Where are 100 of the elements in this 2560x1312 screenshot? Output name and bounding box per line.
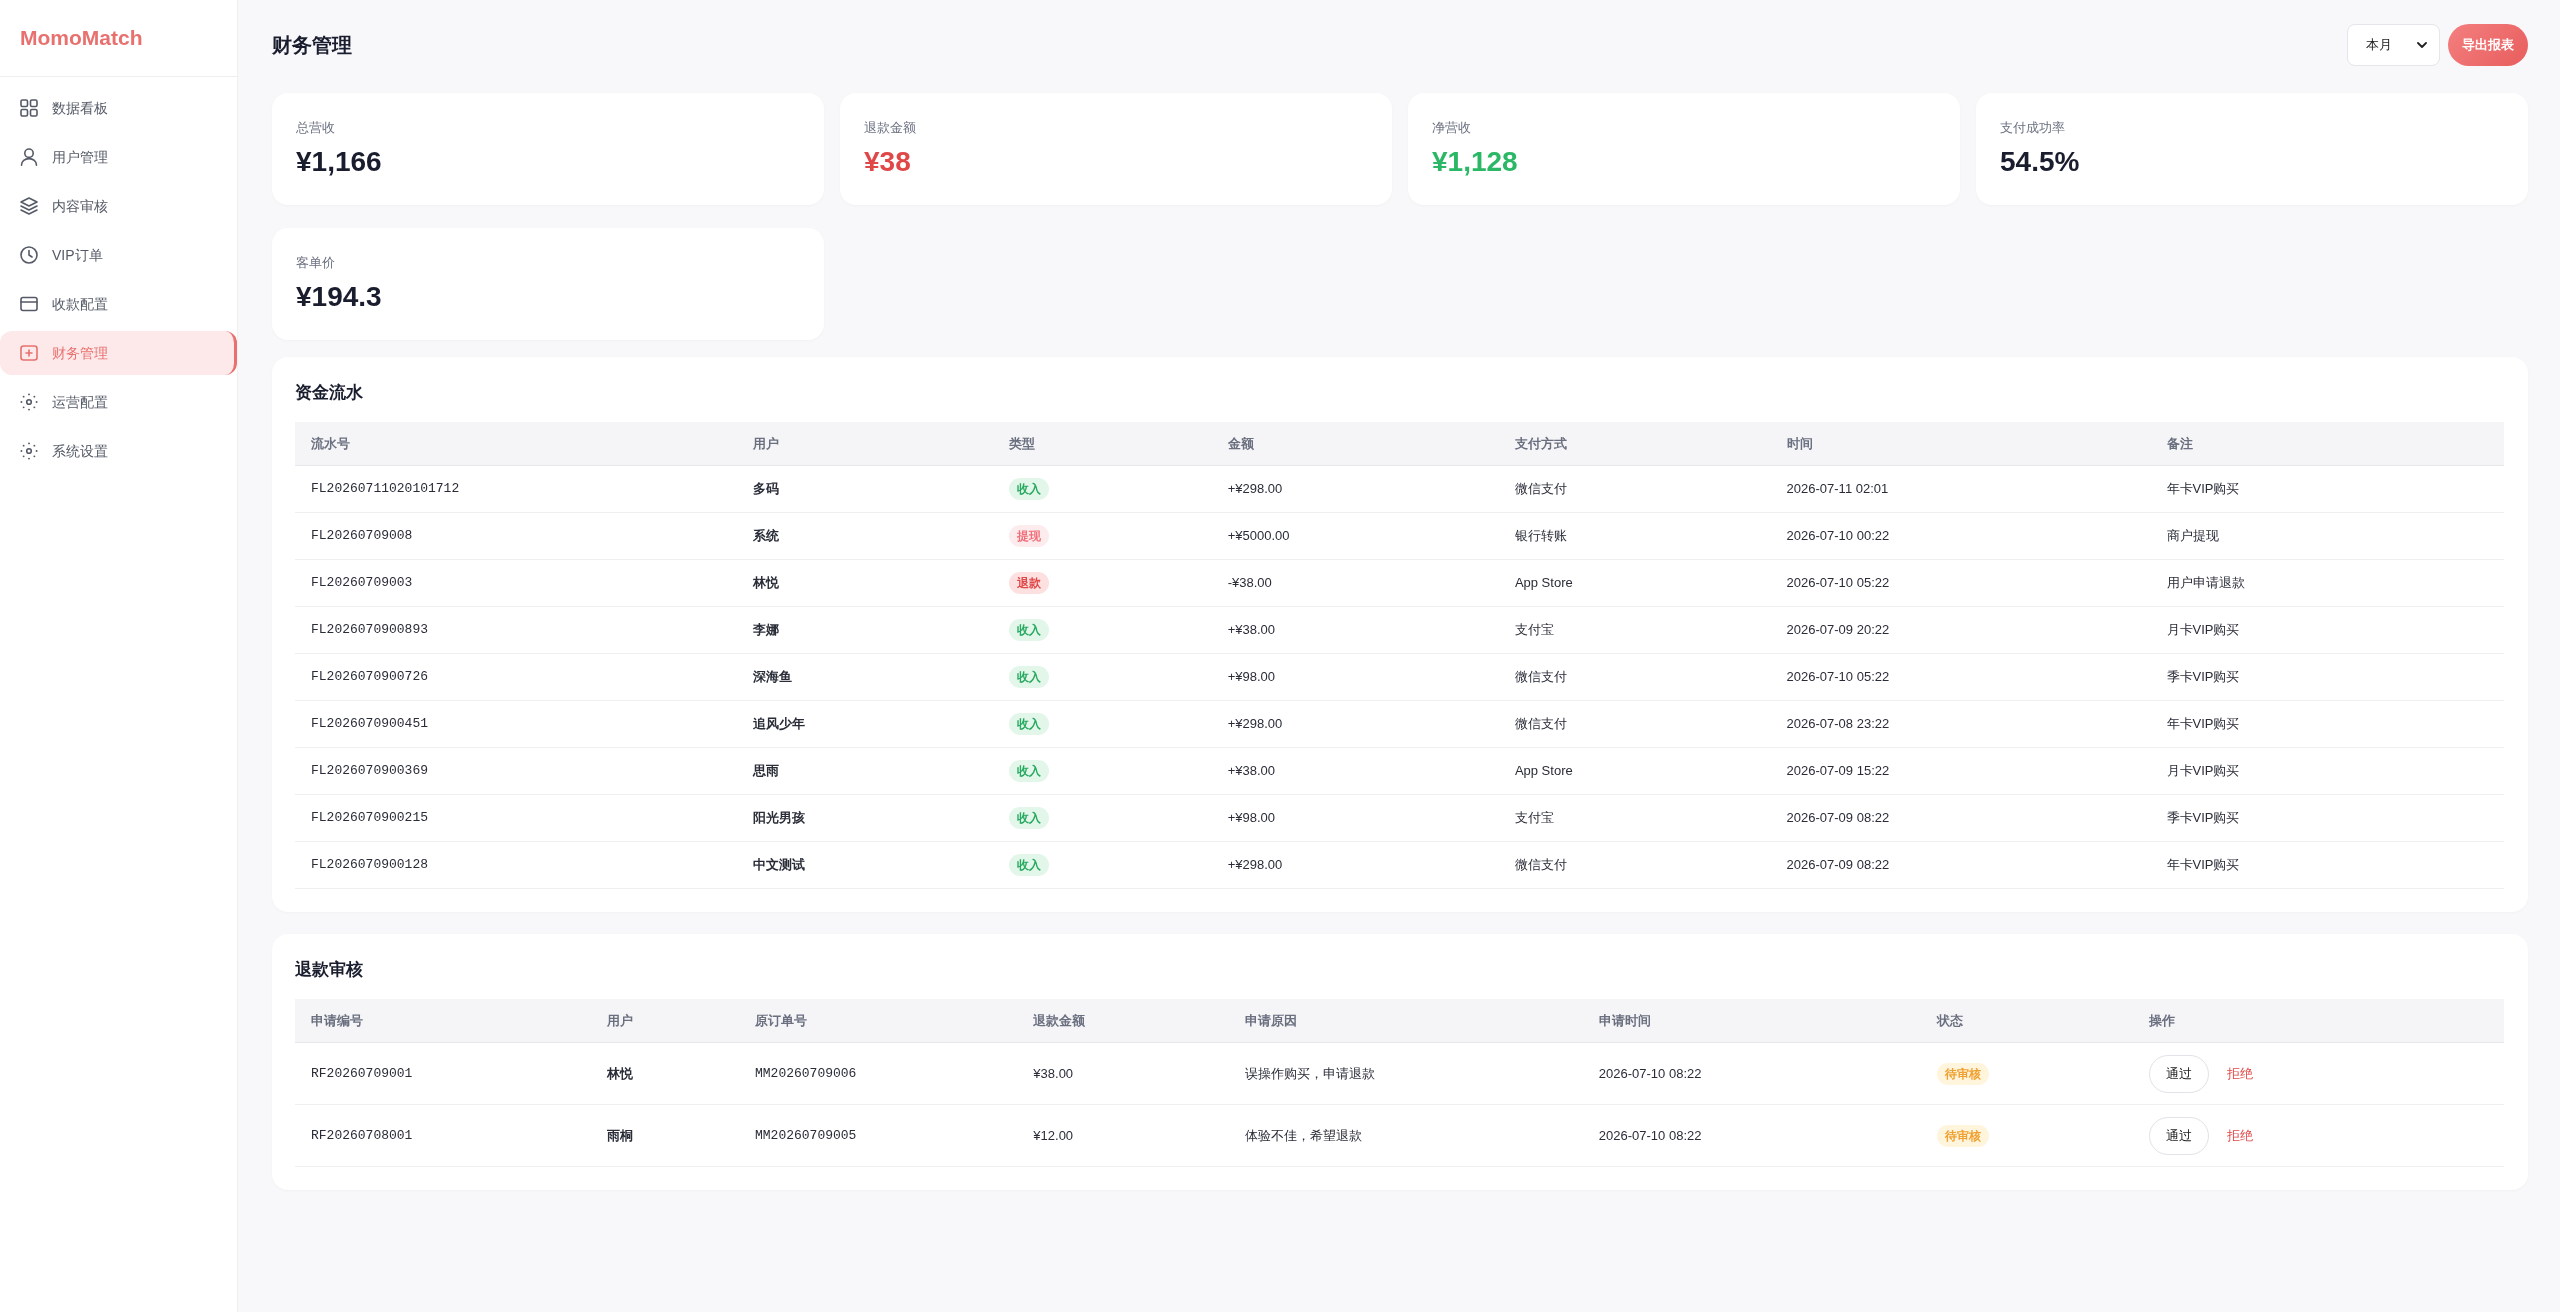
table-cell: FL2026070900215: [295, 795, 737, 842]
stat-value: 54.5%: [2000, 145, 2081, 179]
table-cell: FL20260711020101712: [295, 466, 737, 513]
stat-label: 净营收: [1432, 119, 1472, 137]
period-select[interactable]: 本月: [2347, 24, 2440, 66]
app-logo: MomoMatch: [20, 25, 143, 51]
table-cell: 微信支付: [1498, 842, 1771, 889]
table-cell: 支付宝: [1498, 607, 1771, 654]
table-cell: FL2026070900893: [295, 607, 737, 654]
reject-button[interactable]: 拒绝: [2222, 1125, 2257, 1146]
sidebar-item[interactable]: 收款配置: [0, 282, 237, 326]
person-icon: [20, 148, 38, 166]
table-cell: 2026-07-10 08:22: [1582, 1105, 1921, 1167]
type-tag: 退款: [1009, 572, 1050, 594]
table-cell: 体验不佳，希望退款: [1229, 1105, 1583, 1167]
section-title: 资金流水: [295, 382, 364, 404]
stat-label: 总营收: [296, 119, 336, 137]
table-cell: +¥298.00: [1211, 466, 1499, 513]
table-cell: +¥38.00: [1211, 607, 1499, 654]
table-cell: ¥38.00: [1017, 1043, 1230, 1105]
stat-value: ¥1,166: [296, 145, 383, 179]
stat-label: 支付成功率: [2000, 119, 2066, 137]
table-cell: FL20260709003: [295, 560, 737, 607]
table-cell: 支付宝: [1498, 795, 1771, 842]
column-header: 流水号: [295, 422, 737, 466]
plus-square-icon: [20, 344, 38, 362]
clock-icon: [20, 246, 38, 264]
type-tag: 收入: [1009, 760, 1050, 782]
column-header: 原订单号: [739, 999, 1018, 1043]
table-cell: 2026-07-10 05:22: [1770, 654, 2151, 701]
column-header: 申请原因: [1229, 999, 1583, 1043]
table-cell: 季卡VIP购买: [2150, 795, 2504, 842]
type-tag: 收入: [1009, 478, 1050, 500]
table-cell: +¥98.00: [1211, 654, 1499, 701]
settings-icon: [20, 442, 38, 460]
grid-icon: [20, 99, 38, 117]
table-cell: 2026-07-09 08:22: [1770, 842, 2151, 889]
sidebar-item[interactable]: 系统设置: [0, 429, 237, 473]
column-header: 时间: [1770, 422, 2151, 466]
column-header: 申请编号: [295, 999, 591, 1043]
table-cell: +¥5000.00: [1211, 513, 1499, 560]
sidebar-item[interactable]: 内容审核: [0, 184, 237, 228]
sidebar-item[interactable]: VIP订单: [0, 233, 237, 277]
page-title: 财务管理: [272, 33, 352, 57]
table-cell: 2026-07-11 02:01: [1770, 466, 2151, 513]
table-cell: 阳光男孩: [736, 795, 994, 842]
approve-button[interactable]: 通过: [2148, 1116, 2209, 1155]
stat-label: 退款金额: [864, 119, 917, 137]
table-cell: 林悦: [736, 560, 994, 607]
table-cell: FL2026070900128: [295, 842, 737, 889]
column-header: 退款金额: [1017, 999, 1230, 1043]
type-tag: 提现: [1009, 525, 1050, 547]
table-cell: FL20260709008: [295, 513, 737, 560]
table-cell: 2026-07-08 23:22: [1770, 701, 2151, 748]
column-header: 操作: [2132, 999, 2504, 1043]
sidebar-item[interactable]: 用户管理: [0, 135, 237, 179]
section-title: 退款审核: [295, 959, 364, 981]
table-cell: 用户申请退款: [2150, 560, 2504, 607]
table-cell: 银行转账: [1498, 513, 1771, 560]
table-cell: 年卡VIP购买: [2150, 466, 2504, 513]
table-cell: +¥98.00: [1211, 795, 1499, 842]
type-tag: 收入: [1009, 666, 1050, 688]
table-cell: 季卡VIP购买: [2150, 654, 2504, 701]
table-cell: 2026-07-09 15:22: [1770, 748, 2151, 795]
type-tag: 收入: [1009, 854, 1050, 876]
stat-value: ¥1,128: [1432, 145, 1519, 179]
column-header: 用户: [591, 999, 739, 1043]
table-cell: FL2026070900451: [295, 701, 737, 748]
table-cell: +¥298.00: [1211, 701, 1499, 748]
table-cell: 月卡VIP购买: [2150, 607, 2504, 654]
approve-button[interactable]: 通过: [2148, 1054, 2209, 1093]
stat-value: ¥194.3: [296, 280, 383, 314]
chevron-down-icon: [2417, 42, 2427, 48]
table-cell: FL2026070900369: [295, 748, 737, 795]
table-cell: 年卡VIP购买: [2150, 701, 2504, 748]
table-cell: 系统: [736, 513, 994, 560]
table-cell: 2026-07-09 20:22: [1770, 607, 2151, 654]
table-cell: 2026-07-09 08:22: [1770, 795, 2151, 842]
status-tag: 待审核: [1936, 1124, 1989, 1147]
sidebar-item[interactable]: 数据看板: [0, 86, 237, 130]
card-icon: [20, 295, 38, 313]
table-cell: 追风少年: [736, 701, 994, 748]
column-header: 类型: [993, 422, 1212, 466]
table-cell: 中文测试: [736, 842, 994, 889]
column-header: 支付方式: [1498, 422, 1771, 466]
table-cell: 雨桐: [591, 1105, 739, 1167]
status-tag: 待审核: [1936, 1062, 1989, 1085]
table-cell: 误操作购买，申请退款: [1229, 1043, 1583, 1105]
table-cell: -¥38.00: [1211, 560, 1499, 607]
stat-label: 客单价: [296, 254, 336, 272]
table-cell: App Store: [1498, 748, 1771, 795]
type-tag: 收入: [1009, 807, 1050, 829]
reject-button[interactable]: 拒绝: [2222, 1063, 2257, 1084]
type-tag: 收入: [1009, 619, 1050, 641]
column-header: 状态: [1920, 999, 2133, 1043]
table-cell: MM20260709005: [739, 1105, 1018, 1167]
table-cell: 深海鱼: [736, 654, 994, 701]
column-header: 金额: [1211, 422, 1499, 466]
sidebar-item[interactable]: 运营配置: [0, 380, 237, 424]
table-cell: 月卡VIP购买: [2150, 748, 2504, 795]
